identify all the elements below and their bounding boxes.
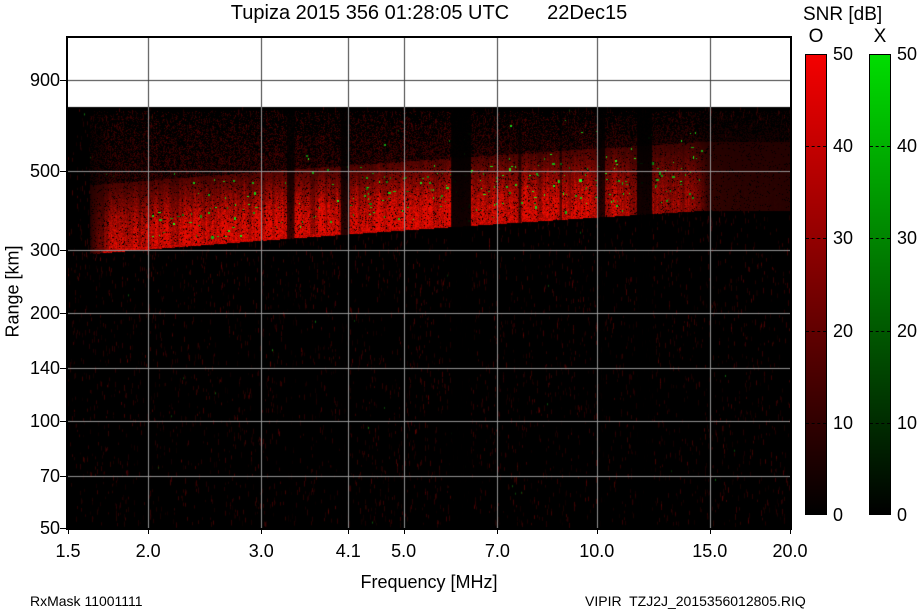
x-mode-label: X <box>873 26 887 47</box>
y-tick-mark <box>60 420 66 422</box>
x-tick-mark <box>790 529 791 534</box>
x-tick-mark <box>68 529 69 534</box>
ionogram-frame <box>66 36 792 530</box>
colorbar-title: SNR [dB] <box>803 4 883 25</box>
x-tick-mark <box>709 529 711 534</box>
x-tick-label: 10.0 <box>579 541 615 561</box>
y-tick-label: 200 <box>29 303 60 324</box>
rxmask-text: RxMask 11001111 <box>30 593 143 609</box>
colorbar-tick-label: 40 <box>897 136 918 157</box>
y-tick-mark <box>60 313 66 315</box>
colorbar-tick-label: 20 <box>897 320 918 341</box>
y-tick-label: 900 <box>29 69 60 90</box>
plot-title: Tupiza 2015 356 01:28:05 UTC 22Dec15 <box>68 2 790 25</box>
colorbar-tick-label: 30 <box>897 228 918 249</box>
x-tick-label: 3.0 <box>248 541 274 561</box>
colorbar-tick-label: 0 <box>897 505 908 525</box>
y-tick-label: 300 <box>29 240 60 261</box>
colorbar-tick-mark <box>806 422 826 424</box>
x-mode-colorbar <box>869 54 891 515</box>
title-date: 22Dec15 <box>547 2 628 24</box>
source-file-text: VIPIR TZJ2J_2015356012805.RIQ <box>585 593 806 609</box>
colorbar-tick-label: 50 <box>833 44 854 64</box>
y-tick-mark <box>60 250 66 252</box>
y-tick-label: 500 <box>29 161 60 182</box>
x-tick-mark <box>403 529 405 534</box>
x-axis-label: Frequency [MHz] <box>360 572 498 592</box>
x-tick-mark <box>596 529 598 534</box>
y-tick-mark <box>60 528 66 529</box>
x-tick-label: 1.5 <box>55 541 81 561</box>
colorbar-tick-label: 0 <box>833 505 844 525</box>
x-tick-mark <box>148 529 150 534</box>
colorbar-tick-mark <box>870 146 890 148</box>
x-tick-mark <box>497 529 499 534</box>
x-tick-label: 20.0 <box>772 541 808 561</box>
y-tick-label: 140 <box>29 358 60 379</box>
colorbar-tick-label: 10 <box>897 412 918 433</box>
colorbar-tick-mark <box>870 238 890 240</box>
colorbar-tick-mark <box>870 330 890 332</box>
x-tick-mark <box>348 529 350 534</box>
x-tick-label: 5.0 <box>391 541 417 561</box>
title-text: Tupiza 2015 356 01:28:05 UTC <box>230 2 510 24</box>
colorbar-tick-label: 50 <box>897 44 918 64</box>
colorbar-tick-mark <box>806 146 826 148</box>
o-mode-colorbar <box>805 54 827 515</box>
o-mode-label: O <box>808 26 824 47</box>
x-tick-label: 7.0 <box>484 541 510 561</box>
colorbar-tick-label: 10 <box>833 412 854 433</box>
colorbar-tick-label: 30 <box>833 228 854 249</box>
y-tick-label: 100 <box>29 410 60 431</box>
x-tick-label: 15.0 <box>692 541 728 561</box>
colorbar-tick-mark <box>806 330 826 332</box>
colorbar-tick-mark <box>870 422 890 424</box>
y-tick-mark <box>60 475 66 477</box>
y-tick-mark <box>60 79 66 81</box>
colorbar-tick-mark <box>806 238 826 240</box>
y-tick-mark <box>60 171 66 173</box>
colorbar-tick-label: 20 <box>833 320 854 341</box>
x-tick-mark <box>261 529 263 534</box>
y-tick-label: 70 <box>39 465 60 486</box>
ionogram-plot <box>68 38 790 528</box>
y-tick-label: 50 <box>39 518 60 538</box>
y-tick-mark <box>60 368 66 370</box>
x-tick-label: 2.0 <box>135 541 161 561</box>
colorbar-tick-label: 40 <box>833 136 854 157</box>
